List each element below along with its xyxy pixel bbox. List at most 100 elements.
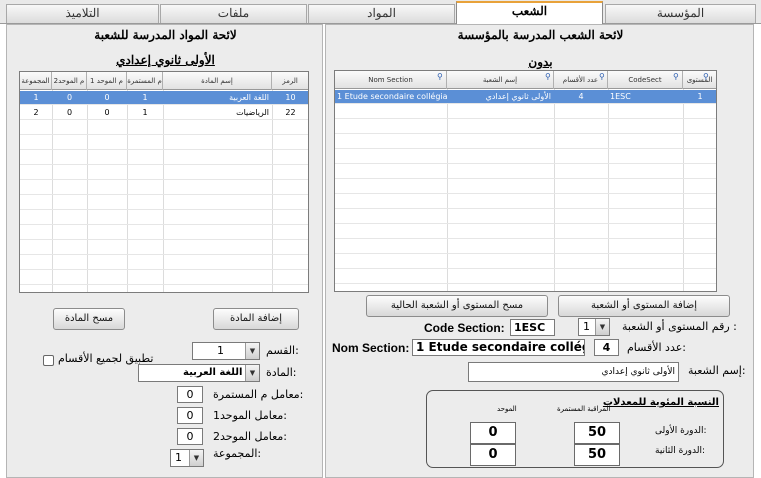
cell-level: 1 bbox=[697, 92, 703, 101]
group-select[interactable]: 1 ▼ bbox=[170, 449, 204, 467]
delete-section-button[interactable]: مسح المستوى أو الشعبة الحالية bbox=[366, 295, 548, 317]
col-header-level[interactable]: المستوى bbox=[683, 71, 716, 89]
table-row bbox=[20, 121, 308, 135]
table-row bbox=[335, 240, 716, 254]
cell-code: 22 bbox=[285, 108, 296, 117]
table-row bbox=[335, 270, 716, 284]
chevron-down-icon[interactable]: ▼ bbox=[245, 365, 259, 381]
search-icon[interactable]: ⚲ bbox=[673, 72, 679, 81]
col-header-group[interactable]: المجموعة bbox=[20, 72, 52, 90]
code-section-input[interactable]: 1ESC bbox=[510, 319, 555, 336]
col-header-coef-unified2[interactable]: م الموحد2 bbox=[52, 72, 87, 90]
chevron-down-icon[interactable]: ▼ bbox=[189, 450, 203, 466]
coef-unified1-input[interactable]: 0 bbox=[177, 407, 203, 424]
cell-codesect: 1ESC bbox=[610, 92, 631, 101]
chevron-down-icon[interactable]: ▼ bbox=[595, 319, 609, 335]
cell-coef-unified1: 0 bbox=[104, 108, 110, 117]
col-header-coef-continuous[interactable]: م المستمرة bbox=[127, 72, 163, 90]
table-row bbox=[20, 136, 308, 150]
tab-students[interactable]: التلاميذ bbox=[6, 4, 159, 23]
classes-count-input[interactable]: 4 bbox=[594, 339, 619, 356]
sem1-unified-input[interactable]: 0 bbox=[470, 422, 516, 444]
cell-coef-unified2: 0 bbox=[66, 93, 73, 102]
nom-section-input[interactable]: 1 Etude secondaire collégial bbox=[412, 339, 585, 356]
tab-sections[interactable]: الشعب bbox=[456, 1, 603, 25]
tab-institution[interactable]: المؤسسة bbox=[605, 4, 756, 23]
table-row bbox=[335, 150, 716, 164]
apply-all-classes-checkbox[interactable] bbox=[43, 355, 54, 366]
subjects-panel: لائحة المواد المدرسة للشعبة الأولى ثانوي… bbox=[6, 24, 323, 478]
table-row[interactable]: 22 الرياضيات 1 0 0 2 bbox=[20, 106, 308, 120]
subject-select[interactable]: اللغة العربية ▼ bbox=[138, 364, 260, 382]
delete-subject-button[interactable]: مسح المادة bbox=[53, 308, 125, 330]
coef-unified2-label: معامل الموحد2: bbox=[213, 430, 288, 443]
table-row bbox=[20, 151, 308, 165]
search-icon[interactable]: ⚲ bbox=[437, 72, 443, 81]
sem1-continuous-input[interactable]: 50 bbox=[574, 422, 620, 444]
table-row bbox=[20, 211, 308, 225]
table-row bbox=[335, 195, 716, 209]
class-select[interactable]: 1 ▼ bbox=[192, 342, 260, 360]
table-row bbox=[20, 226, 308, 240]
search-icon[interactable]: ⚲ bbox=[545, 72, 551, 81]
subjects-grid[interactable]: الرمز إسم المادة م المستمرة م الموحد 1 م… bbox=[19, 71, 309, 293]
table-row bbox=[335, 105, 716, 119]
table-row[interactable]: 10 اللغة العربية 1 0 0 1 bbox=[20, 91, 308, 105]
code-section-label: Code Section: bbox=[424, 321, 505, 335]
section-name-input[interactable]: الأولى ثانوي إعدادي bbox=[468, 362, 679, 382]
add-subject-button[interactable]: إضافة المادة bbox=[213, 308, 299, 330]
sections-grid[interactable]: المستوى CodeSect عدد الأقسام إسم الشعبة … bbox=[334, 70, 717, 292]
classes-count-label: عدد الأقسام: bbox=[627, 341, 687, 354]
col-header-name-ar[interactable]: إسم الشعبة bbox=[447, 71, 554, 89]
table-row bbox=[335, 135, 716, 149]
tab-bar: المؤسسة الشعب المواد ملفات التلاميذ bbox=[0, 0, 761, 25]
chevron-down-icon[interactable]: ▼ bbox=[245, 343, 259, 359]
col-header-codesect[interactable]: CodeSect bbox=[608, 71, 683, 89]
continuous-column-label: المراقبة المستمرة bbox=[557, 405, 611, 413]
cell-coef-unified1: 0 bbox=[104, 93, 110, 102]
subjects-subtitle: الأولى ثانوي إعدادي bbox=[116, 53, 215, 67]
col-header-subject[interactable]: إسم المادة bbox=[163, 72, 272, 90]
search-icon[interactable]: ⚲ bbox=[703, 72, 709, 81]
table-row[interactable]: 1 1ESC 4 الأولى ثانوي إعدادي 1 Etude sec… bbox=[335, 90, 716, 104]
subjects-title: لائحة المواد المدرسة للشعبة bbox=[94, 28, 237, 42]
search-icon[interactable]: ⚲ bbox=[599, 72, 605, 81]
col-header-coef-unified1[interactable]: م الموحد 1 bbox=[87, 72, 127, 90]
cell-coef-continuous: 1 bbox=[142, 108, 148, 117]
add-section-button[interactable]: إضافة المستوى أو الشعبة bbox=[558, 295, 730, 317]
cell-group: 1 bbox=[33, 93, 39, 102]
ratio-group: النسبة المئوية للمعدلات المراقبة المستمر… bbox=[426, 390, 724, 468]
sections-grid-header: المستوى CodeSect عدد الأقسام إسم الشعبة … bbox=[335, 71, 716, 89]
semester1-label: الدورة الأولى: bbox=[655, 426, 707, 436]
coef-unified1-label: معامل الموحد1: bbox=[213, 409, 288, 422]
coef-unified2-input[interactable]: 0 bbox=[177, 428, 203, 445]
coef-continuous-input[interactable]: 0 bbox=[177, 386, 203, 403]
table-row bbox=[335, 120, 716, 134]
table-row bbox=[335, 255, 716, 269]
table-row bbox=[20, 256, 308, 270]
sections-subtitle: بدون bbox=[528, 55, 553, 69]
table-row bbox=[20, 196, 308, 210]
unified-column-label: الموحد bbox=[497, 405, 517, 413]
col-header-code[interactable]: الرمز bbox=[272, 72, 308, 90]
cell-subject: الرياضيات bbox=[236, 108, 269, 117]
subjects-grid-header: الرمز إسم المادة م المستمرة م الموحد 1 م… bbox=[20, 72, 308, 90]
tab-subjects[interactable]: المواد bbox=[308, 4, 455, 23]
table-row bbox=[335, 180, 716, 194]
class-select-value: 1 bbox=[217, 344, 224, 357]
table-row bbox=[335, 210, 716, 224]
cell-classes: 4 bbox=[578, 92, 584, 101]
nom-section-label: Nom Section: bbox=[332, 341, 410, 355]
level-select[interactable]: 1 ▼ bbox=[578, 318, 610, 336]
table-row bbox=[20, 271, 308, 285]
table-row bbox=[20, 166, 308, 180]
group-label: المجموعة: bbox=[213, 447, 262, 460]
tab-files[interactable]: ملفات bbox=[160, 4, 307, 23]
col-header-name-fr[interactable]: Nom Section bbox=[335, 71, 447, 89]
cell-coef-unified2: 0 bbox=[66, 108, 73, 117]
sections-panel: لائحة الشعب المدرسة بالمؤسسة بدون المستو… bbox=[325, 24, 754, 478]
class-label: القسم: bbox=[266, 344, 299, 357]
sem2-continuous-input[interactable]: 50 bbox=[574, 444, 620, 466]
sem2-unified-input[interactable]: 0 bbox=[470, 444, 516, 466]
cell-subject: اللغة العربية bbox=[229, 93, 269, 102]
